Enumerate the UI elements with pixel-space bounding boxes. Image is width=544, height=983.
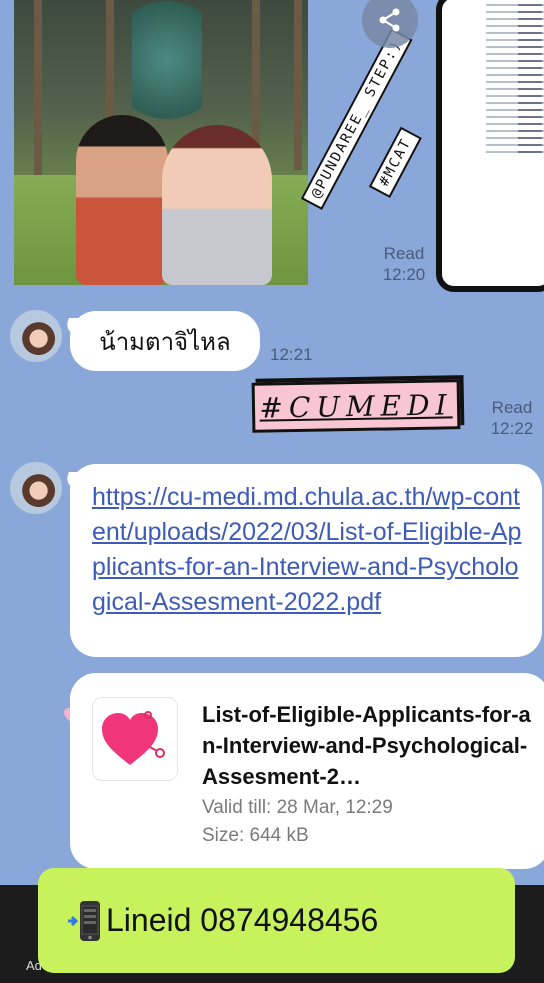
share-icon <box>379 8 400 32</box>
link-message-bubble: https://cu-medi.md.chula.ac.th/wp-conten… <box>70 464 542 657</box>
tilted-screenshot-image[interactable] <box>436 0 544 292</box>
photo-read-receipt: Read 12:20 <box>376 243 432 285</box>
incoming-text-bubble[interactable]: น้ามตาจิไหล <box>70 311 260 371</box>
message-time: 12:22 <box>490 419 534 438</box>
file-thumbnail <box>92 697 178 781</box>
heart-file-icon <box>102 711 165 765</box>
photo-tree-trunk <box>294 0 302 170</box>
phone-icon <box>68 900 100 941</box>
message-time: 12:20 <box>382 265 426 284</box>
tag-read-receipt: Read 12:22 <box>484 397 540 439</box>
message-time: 12:21 <box>270 345 313 364</box>
pdf-link[interactable]: https://cu-medi.md.chula.ac.th/wp-conten… <box>92 480 524 620</box>
photo-tree-trunk <box>252 0 260 150</box>
hashtag-message[interactable]: #CUMEDI <box>251 379 461 433</box>
message-text: น้ามตาจิไหล <box>99 327 231 356</box>
photo-person <box>162 125 272 285</box>
contact-avatar[interactable] <box>10 310 62 362</box>
photo-tree-trunk <box>106 0 114 120</box>
file-name: List-of-Eligible-Applicants-for-an-Inter… <box>202 702 531 789</box>
contact-avatar[interactable] <box>10 462 62 514</box>
photo-person <box>76 115 168 285</box>
line-id-text: Lineid 0874948456 <box>106 902 379 938</box>
hashtag-text: #CUMEDI <box>259 387 453 425</box>
read-status: Read <box>491 398 533 417</box>
line-id-banner: Lineid 0874948456 <box>38 868 515 973</box>
photo-message[interactable] <box>14 0 308 285</box>
file-size: Size: 644 kB <box>202 825 309 846</box>
file-valid-till: Valid till: 28 Mar, 12:29 <box>202 797 393 818</box>
file-message-card[interactable]: List-of-Eligible-Applicants-for-an-Inter… <box>70 673 544 869</box>
read-status: Read <box>383 244 425 263</box>
screenshot-rows <box>518 4 542 154</box>
photo-tree-trunk <box>34 0 42 180</box>
